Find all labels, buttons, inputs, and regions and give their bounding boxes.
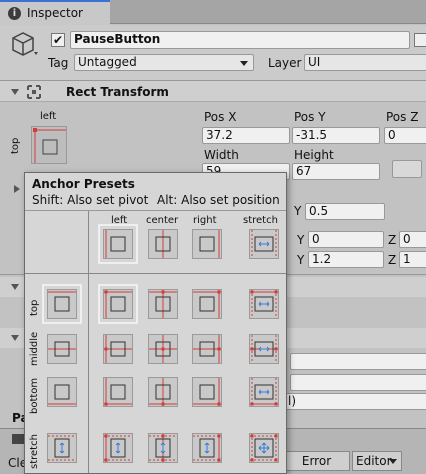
pos-z-label: Pos Z	[386, 110, 419, 124]
active-checkbox[interactable]: ✔	[51, 33, 65, 47]
error-pause-button[interactable]: Error Pause	[283, 451, 350, 474]
foldout-arrow-icon[interactable]	[11, 335, 19, 341]
height-field[interactable]: 67	[292, 163, 380, 180]
grid-horizontal-rule	[25, 273, 286, 274]
anchor-preset-none-left[interactable]	[98, 224, 138, 264]
component-title: Rect Transform	[66, 85, 169, 99]
rotation-y-field[interactable]: 0	[308, 231, 384, 248]
anchor-vertical-label: top	[10, 137, 21, 154]
anchors-foldout-icon[interactable]	[14, 185, 20, 193]
col-label-right: right	[193, 215, 217, 226]
anchor-preset-stretch-right[interactable]	[192, 433, 222, 463]
grid-vertical-rule	[88, 211, 89, 473]
anchor-preset-stretch-none[interactable]	[47, 433, 77, 463]
foldout-arrow-icon[interactable]	[11, 284, 19, 290]
anchor-preset-stretch-stretch[interactable]	[249, 433, 279, 463]
pos-x-field[interactable]: 37.2	[202, 127, 290, 144]
tag-dropdown[interactable]: Untagged	[74, 54, 254, 71]
static-checkbox[interactable]	[414, 33, 426, 47]
anchor-preset-none-right[interactable]	[192, 229, 222, 259]
anchor-preset-bottom-stretch[interactable]	[249, 377, 279, 407]
pos-y-label: Pos Y	[294, 110, 326, 124]
inspector-tab-label: Inspector	[27, 6, 83, 20]
popup-header-rule	[25, 210, 286, 211]
dropdown-arrow-icon	[389, 459, 397, 464]
pos-x-label: Pos X	[204, 110, 237, 124]
anchor-preset-middle-stretch[interactable]	[249, 334, 279, 364]
tag-value: Untagged	[78, 55, 137, 69]
anchor-preset-bottom-left[interactable]	[103, 377, 133, 407]
width-label: Width	[204, 148, 239, 162]
row-label-middle: middle	[29, 331, 40, 366]
rotation-y-label: Y	[297, 233, 305, 247]
anchor-preset-none-center[interactable]	[148, 229, 178, 259]
anchor-preset-button[interactable]	[31, 126, 67, 164]
cube-icon[interactable]	[8, 30, 38, 61]
rect-transform-icon	[26, 84, 42, 103]
anchor-preset-top-right[interactable]	[192, 289, 222, 319]
scale-y-field[interactable]: 1.2	[308, 251, 384, 268]
anchor-preset-middle-left[interactable]	[103, 334, 133, 364]
anchor-preset-stretch-center[interactable]	[148, 433, 178, 463]
anchor-preset-none-stretch[interactable]	[249, 229, 279, 259]
rect-transform-header[interactable]	[0, 81, 426, 102]
col-label-left: left	[111, 215, 128, 226]
rotation-z-label: Z	[388, 233, 397, 247]
row-label-top: top	[29, 299, 40, 316]
error-pause-label: Error Pause	[299, 454, 334, 474]
foldout-arrow-icon[interactable]	[11, 89, 19, 95]
col-label-stretch: stretch	[243, 215, 278, 226]
blueprint-button[interactable]	[392, 160, 422, 178]
dropdown-arrow-icon	[240, 61, 248, 66]
pivot-y-field[interactable]: 0.5	[305, 203, 385, 220]
tag-label: Tag	[48, 56, 69, 70]
anchor-presets-popup: Anchor Presets Shift: Also set pivot Alt…	[24, 172, 287, 474]
layer-label: Layer	[268, 56, 302, 70]
bg-field-3[interactable]: l)	[284, 393, 426, 410]
popup-hint-alt: Alt: Also set position	[157, 193, 280, 207]
pos-y-field[interactable]: -31.5	[292, 127, 380, 144]
info-icon: i	[8, 7, 21, 20]
anchor-preset-stretch-left[interactable]	[103, 433, 133, 463]
scale-y-label: Y	[297, 253, 305, 267]
scale-z-field[interactable]: 1	[399, 251, 426, 268]
bg-field-1[interactable]	[290, 353, 426, 370]
object-name-field[interactable]: PauseButton	[70, 31, 410, 49]
height-label: Height	[294, 148, 334, 162]
row-label-bottom: bottom	[29, 377, 40, 414]
rotation-z-field[interactable]: 0	[399, 231, 426, 248]
inspector-window: i Inspector ✔ PauseButton Tag Untagged L…	[0, 0, 426, 474]
anchor-preset-middle-none[interactable]	[47, 334, 77, 364]
editor-dropdown[interactable]: Editor	[352, 451, 402, 471]
popup-hint-shift: Shift: Also set pivot	[32, 193, 149, 207]
anchor-preset-top-none[interactable]	[42, 284, 82, 324]
editor-label: Editor	[356, 454, 392, 468]
bg-field-2[interactable]	[290, 374, 426, 391]
anchor-preset-top-left[interactable]	[98, 284, 138, 324]
anchor-preset-bottom-center[interactable]	[148, 377, 178, 407]
anchor-horizontal-label: left	[40, 111, 57, 122]
console-icon	[12, 434, 24, 444]
anchor-preset-bottom-right[interactable]	[192, 377, 222, 407]
row-label-stretch: stretch	[29, 434, 40, 469]
anchor-preset-top-stretch[interactable]	[249, 289, 279, 319]
anchor-preset-middle-center[interactable]	[148, 334, 178, 364]
anchor-preset-top-center[interactable]	[148, 289, 178, 319]
pos-z-field[interactable]: 0	[384, 127, 426, 144]
col-label-center: center	[146, 215, 179, 226]
scale-z-label: Z	[388, 253, 397, 267]
pivot-y-label: Y	[294, 204, 302, 218]
popup-title: Anchor Presets	[32, 177, 135, 191]
layer-dropdown[interactable]: UI	[304, 54, 426, 71]
anchor-preset-bottom-none[interactable]	[47, 377, 77, 407]
inspector-tab[interactable]: i Inspector	[0, 0, 110, 25]
anchor-preset-middle-right[interactable]	[192, 334, 222, 364]
